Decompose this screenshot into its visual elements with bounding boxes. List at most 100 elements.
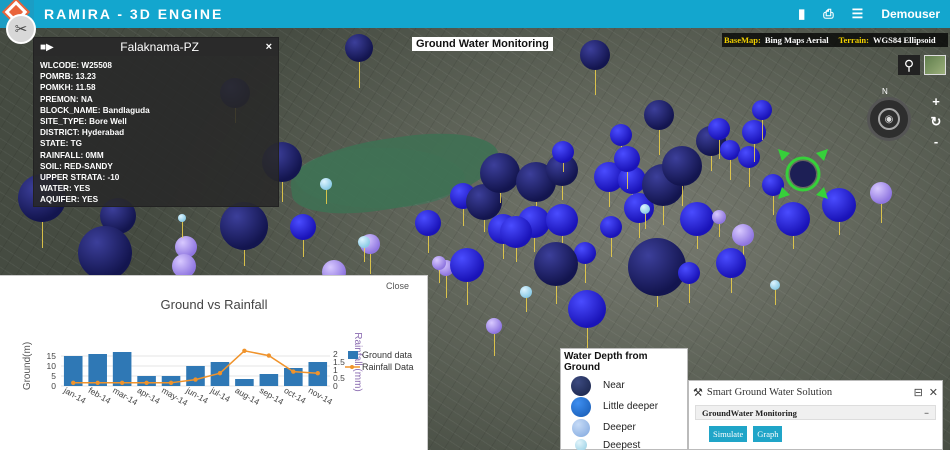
info-line: WATER: YES xyxy=(40,184,91,194)
well-marker[interactable] xyxy=(546,204,578,236)
legend-deeper-swatch xyxy=(572,418,590,437)
legend-label-rainfall: Rainfall Data xyxy=(362,362,414,372)
well-marker[interactable] xyxy=(345,34,373,62)
well-marker[interactable] xyxy=(720,140,740,160)
bookmark-icon[interactable]: ▮ xyxy=(798,6,805,22)
rainfall-point xyxy=(291,369,296,374)
well-marker[interactable] xyxy=(320,178,332,190)
x-tick-label: aug-14 xyxy=(233,385,261,407)
smart-solution-panel: ⚒ Smart Ground Water Solution ⊟ ✕ Ground… xyxy=(688,380,943,450)
y-tick-label: 5 xyxy=(51,371,56,381)
basemap-info: BaseMap: Bing Maps Aerial Terrain: WGS84… xyxy=(722,33,948,47)
well-marker[interactable] xyxy=(610,124,632,146)
well-marker[interactable] xyxy=(770,280,780,290)
legend-title: Water Depth from Ground xyxy=(564,351,648,373)
x-tick-label: sep-14 xyxy=(258,385,286,407)
well-marker[interactable] xyxy=(600,216,622,238)
search-icon[interactable]: ⚲ xyxy=(898,55,920,75)
well-marker[interactable] xyxy=(415,210,441,236)
ground-rainfall-chart: 05101500.511.52Ground(m) Rainfall (mm)jan… xyxy=(22,332,414,408)
zoom-in-button[interactable]: + xyxy=(930,92,942,112)
info-line: BLOCK_NAME: Bandlaguda xyxy=(40,105,150,115)
top-bar: RAMIRA - 3D ENGINE ▮ ⎙ ☰ Demouser xyxy=(0,0,950,28)
compass-ring-icon[interactable]: ◉ xyxy=(878,108,900,130)
graph-button[interactable]: Graph xyxy=(753,426,783,442)
well-marker[interactable] xyxy=(450,248,484,282)
info-line: SOIL: RED-SANDY xyxy=(40,161,113,171)
info-panel-header: ■▶ Falaknama-PZ × xyxy=(34,38,278,56)
x-tick-label: apr-14 xyxy=(136,385,163,406)
compass-control[interactable]: N ◉ xyxy=(867,87,911,141)
well-marker[interactable] xyxy=(738,146,760,168)
info-line: POMKH: 11.58 xyxy=(40,83,96,93)
well-marker[interactable] xyxy=(870,182,892,204)
legend-label-ground: Ground data xyxy=(362,350,412,360)
smart-panel-section[interactable]: GroundWater Monitoring − xyxy=(695,405,936,420)
x-tick-label: jul-14 xyxy=(208,385,232,405)
info-line: SITE_TYPE: Bore Well xyxy=(40,117,127,127)
well-marker[interactable] xyxy=(358,236,370,248)
well-marker[interactable] xyxy=(486,318,502,334)
smart-panel-buttons: Simulate Graph xyxy=(689,420,942,442)
info-line: UPPER STRATA: -10 xyxy=(40,173,120,183)
camera-icon[interactable]: ■▶ xyxy=(40,42,54,53)
well-marker[interactable] xyxy=(644,100,674,130)
well-marker[interactable] xyxy=(500,216,532,248)
x-tick-label: may-14 xyxy=(160,385,190,408)
legend-label: Near xyxy=(603,380,625,391)
zoom-out-button[interactable]: - xyxy=(930,132,942,152)
well-marker[interactable] xyxy=(708,118,730,140)
legend-near-swatch xyxy=(571,375,591,396)
legend-label: Deepest xyxy=(603,439,641,450)
terrain-value[interactable]: WGS84 Ellipsoid xyxy=(873,35,936,45)
layers-icon[interactable]: ☰ xyxy=(852,6,864,22)
close-icon[interactable]: ✕ xyxy=(929,386,938,399)
y2-tick-label: 2 xyxy=(333,349,338,359)
well-marker[interactable] xyxy=(628,238,686,296)
well-marker[interactable] xyxy=(680,202,714,236)
well-marker[interactable] xyxy=(568,290,606,328)
well-marker[interactable] xyxy=(776,202,810,236)
basemap-picker-icon[interactable] xyxy=(924,55,946,75)
legend-little-deeper-swatch xyxy=(571,396,591,417)
well-marker[interactable] xyxy=(712,210,726,224)
user-menu[interactable]: Demouser xyxy=(881,7,940,21)
well-marker[interactable] xyxy=(520,286,532,298)
well-marker[interactable] xyxy=(662,146,702,186)
well-marker[interactable] xyxy=(732,224,754,246)
well-marker[interactable] xyxy=(580,40,610,70)
x-tick-label: feb-14 xyxy=(87,385,113,406)
zoom-reset-button[interactable]: ↻ xyxy=(930,112,942,132)
well-marker[interactable] xyxy=(552,141,574,163)
info-panel-close-button[interactable]: × xyxy=(266,41,272,53)
info-line: STATE: TG xyxy=(40,139,82,149)
print-icon[interactable]: ⎙ xyxy=(823,6,833,22)
well-marker[interactable] xyxy=(614,146,640,172)
info-line: DISTRICT: Hyderabad xyxy=(40,128,125,138)
well-marker[interactable] xyxy=(716,248,746,278)
minimize-icon[interactable]: ⊟ xyxy=(914,386,923,399)
well-marker[interactable] xyxy=(678,262,700,284)
well-marker[interactable] xyxy=(640,204,650,214)
legend-label: Little deeper xyxy=(603,401,659,412)
collapse-icon[interactable]: − xyxy=(924,408,929,418)
depth-legend: Water Depth from Ground Near Little deep… xyxy=(560,348,688,450)
rainfall-point xyxy=(168,380,174,385)
tools-icon[interactable]: ✂ xyxy=(6,14,36,44)
info-line: POMRB: 13.23 xyxy=(40,72,96,82)
well-marker[interactable] xyxy=(432,256,446,270)
well-marker[interactable] xyxy=(78,226,132,280)
well-marker[interactable] xyxy=(534,242,578,286)
simulate-button[interactable]: Simulate xyxy=(709,426,748,442)
x-tick-label: oct-14 xyxy=(282,385,308,406)
y-axis-label: Ground(m) xyxy=(22,342,33,390)
well-marker[interactable] xyxy=(178,214,186,222)
terrain-label: Terrain: xyxy=(838,35,869,45)
rainfall-point xyxy=(95,380,100,385)
well-marker[interactable] xyxy=(480,153,520,193)
basemap-value[interactable]: Bing Maps Aerial xyxy=(765,35,829,45)
well-marker[interactable] xyxy=(752,100,772,120)
legend-swatch-rainfall-dot xyxy=(350,365,354,369)
map-title: Ground Water Monitoring xyxy=(412,37,553,51)
well-marker[interactable] xyxy=(290,214,316,240)
